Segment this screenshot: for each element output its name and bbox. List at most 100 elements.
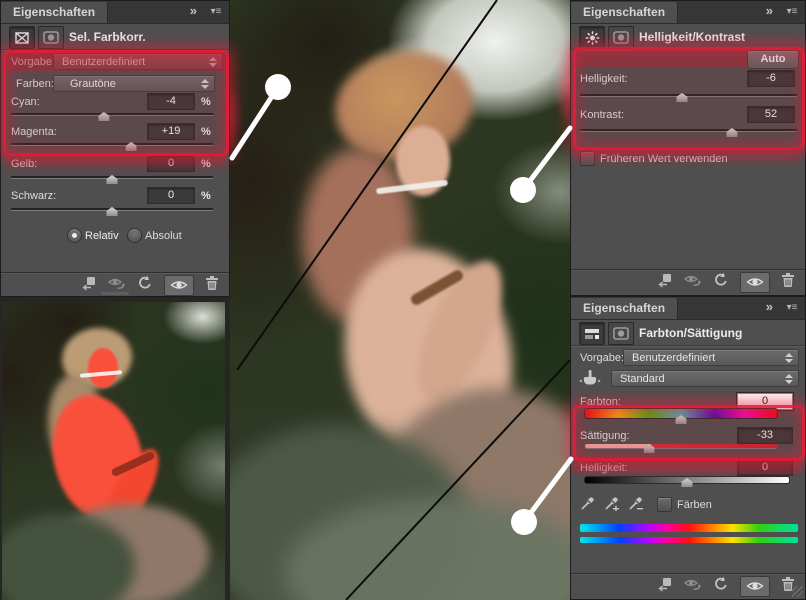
schwarz-unit: % xyxy=(201,190,211,202)
gelb-value[interactable]: 0 xyxy=(147,155,195,172)
relativ-label: Relativ xyxy=(85,230,119,242)
clip-to-layer-icon[interactable] xyxy=(78,275,96,296)
eyedropper-icon[interactable] xyxy=(580,495,596,516)
farben-label: Farben: xyxy=(16,78,54,90)
panel-menu-icon[interactable]: ▾≡ xyxy=(207,5,225,18)
panel-resize-grip[interactable] xyxy=(792,586,803,597)
slider-track xyxy=(11,143,213,145)
trash-icon[interactable] xyxy=(204,275,220,296)
panel-footer xyxy=(571,573,805,598)
dropdown-arrows-icon xyxy=(785,353,793,364)
magenta-unit: % xyxy=(201,126,211,138)
kontrast-label: Kontrast: xyxy=(580,109,625,121)
frueherer-wert-label: Früheren Wert verwenden xyxy=(600,153,728,165)
cyan-unit: % xyxy=(201,96,211,108)
selective-color-adjustment-icon xyxy=(9,26,35,49)
panel-title: Sel. Farbkorr. xyxy=(69,30,146,44)
previous-state-icon[interactable] xyxy=(682,576,702,597)
channel-dropdown-value: Standard xyxy=(620,373,665,385)
slider-track xyxy=(580,94,797,96)
helligkeit-label: Helligkeit: xyxy=(580,462,628,474)
panel-tab-bar: Eigenschaften » ▾≡ xyxy=(1,1,229,24)
hue-ramp-reference xyxy=(580,524,798,532)
auto-button[interactable]: Auto xyxy=(747,50,799,69)
brightness-contrast-adjustment-icon xyxy=(579,26,605,49)
clip-to-layer-icon[interactable] xyxy=(654,272,672,293)
reset-icon[interactable] xyxy=(712,272,730,293)
collapse-panel-icon[interactable]: » xyxy=(766,299,773,314)
cyan-label: Cyan: xyxy=(11,96,40,108)
collapse-panel-icon[interactable]: » xyxy=(190,3,197,18)
eyedropper-plus-icon[interactable] xyxy=(604,495,620,516)
cyan-slider[interactable] xyxy=(11,108,213,122)
trash-icon[interactable] xyxy=(780,272,796,293)
panel-menu-icon[interactable]: ▾≡ xyxy=(783,301,801,314)
tab-eigenschaften[interactable]: Eigenschaften xyxy=(571,2,679,23)
magenta-slider[interactable] xyxy=(11,138,213,152)
tab-eigenschaften[interactable]: Eigenschaften xyxy=(1,2,109,23)
gelb-slider[interactable] xyxy=(11,171,213,185)
dropdown-arrows-icon xyxy=(785,374,793,385)
panel-menu-icon[interactable]: ▾≡ xyxy=(783,5,801,18)
absolut-radio[interactable] xyxy=(127,228,142,243)
tutorial-screenshot: Eigenschaften » ▾≡ Sel. Farbkorr. Vorgab… xyxy=(0,0,806,600)
mask-photo-face-red xyxy=(88,348,118,388)
collapse-panel-icon[interactable]: » xyxy=(766,3,773,18)
mask-icon[interactable] xyxy=(38,26,64,49)
schwarz-slider[interactable] xyxy=(11,203,213,217)
magenta-label: Magenta: xyxy=(11,126,57,138)
mask-icon[interactable] xyxy=(608,322,634,345)
farben-dropdown[interactable]: Grautöne xyxy=(53,75,215,92)
relativ-radio[interactable] xyxy=(67,228,82,243)
helligkeit-value[interactable]: -6 xyxy=(747,70,795,87)
saettigung-slider[interactable] xyxy=(585,440,777,454)
visibility-eye-icon[interactable] xyxy=(164,274,194,296)
channel-dropdown[interactable]: Standard xyxy=(611,370,799,387)
panel-tab-bar: Eigenschaften » ▾≡ xyxy=(571,1,805,24)
panel-title: Helligkeit/Kontrast xyxy=(639,30,746,44)
kontrast-value[interactable]: 52 xyxy=(747,106,795,123)
clip-to-layer-icon[interactable] xyxy=(654,576,672,597)
panel-footer xyxy=(571,269,805,294)
properties-panel-brightness-contrast: Eigenschaften » ▾≡ Helligkeit/Kontrast A… xyxy=(570,0,806,296)
document-photo-main xyxy=(230,0,570,600)
properties-panel-selective-color: Eigenschaften » ▾≡ Sel. Farbkorr. Vorgab… xyxy=(0,0,230,297)
frueherer-wert-checkbox[interactable] xyxy=(580,151,595,166)
vorgabe-label: Vorgabe: xyxy=(11,56,56,68)
helligkeit-slider[interactable] xyxy=(580,89,797,103)
vorgabe-dropdown-value: Benutzerdefiniert xyxy=(62,56,146,68)
farben-dropdown-value: Grautöne xyxy=(70,78,116,90)
mask-icon[interactable] xyxy=(608,26,634,49)
vorgabe-dropdown[interactable]: Benutzerdefiniert xyxy=(53,53,223,70)
document-photo-mask-preview xyxy=(2,302,225,600)
faerben-checkbox[interactable] xyxy=(657,497,672,512)
vorgabe-dropdown[interactable]: Benutzerdefiniert xyxy=(623,349,799,366)
panel-title: Farbton/Sättigung xyxy=(639,326,743,340)
vorgabe-dropdown-value: Benutzerdefiniert xyxy=(632,352,716,364)
slider-track xyxy=(11,113,213,115)
targeted-adjustment-icon[interactable] xyxy=(579,369,601,392)
properties-panel-hue-saturation: Eigenschaften » ▾≡ Farbton/Sättigung Vor… xyxy=(570,296,806,600)
reset-icon[interactable] xyxy=(712,576,730,597)
reset-icon[interactable] xyxy=(136,275,154,296)
tab-eigenschaften[interactable]: Eigenschaften xyxy=(571,298,679,319)
helligkeit-label: Helligkeit: xyxy=(580,73,628,85)
vorgabe-label: Vorgabe: xyxy=(580,352,625,364)
hue-ramp-adjusted xyxy=(580,537,798,543)
absolut-label: Absolut xyxy=(145,230,182,242)
panel-tab-bar: Eigenschaften » ▾≡ xyxy=(571,297,805,320)
slider-track xyxy=(580,129,797,131)
eyedropper-minus-icon[interactable] xyxy=(628,495,644,516)
visibility-eye-icon[interactable] xyxy=(740,271,770,293)
previous-state-icon[interactable] xyxy=(682,272,702,293)
gelb-label: Gelb: xyxy=(11,158,38,170)
visibility-eye-icon[interactable] xyxy=(740,575,770,597)
gelb-unit: % xyxy=(201,158,211,170)
farbton-hue-slider[interactable] xyxy=(585,407,777,424)
kontrast-slider[interactable] xyxy=(580,124,797,138)
panel-resize-nub[interactable] xyxy=(101,292,129,295)
dropdown-arrows-icon xyxy=(209,57,217,68)
schwarz-value[interactable]: 0 xyxy=(147,187,195,204)
faerben-label: Färben xyxy=(677,499,712,511)
helligkeit-bw-slider[interactable] xyxy=(585,474,789,488)
